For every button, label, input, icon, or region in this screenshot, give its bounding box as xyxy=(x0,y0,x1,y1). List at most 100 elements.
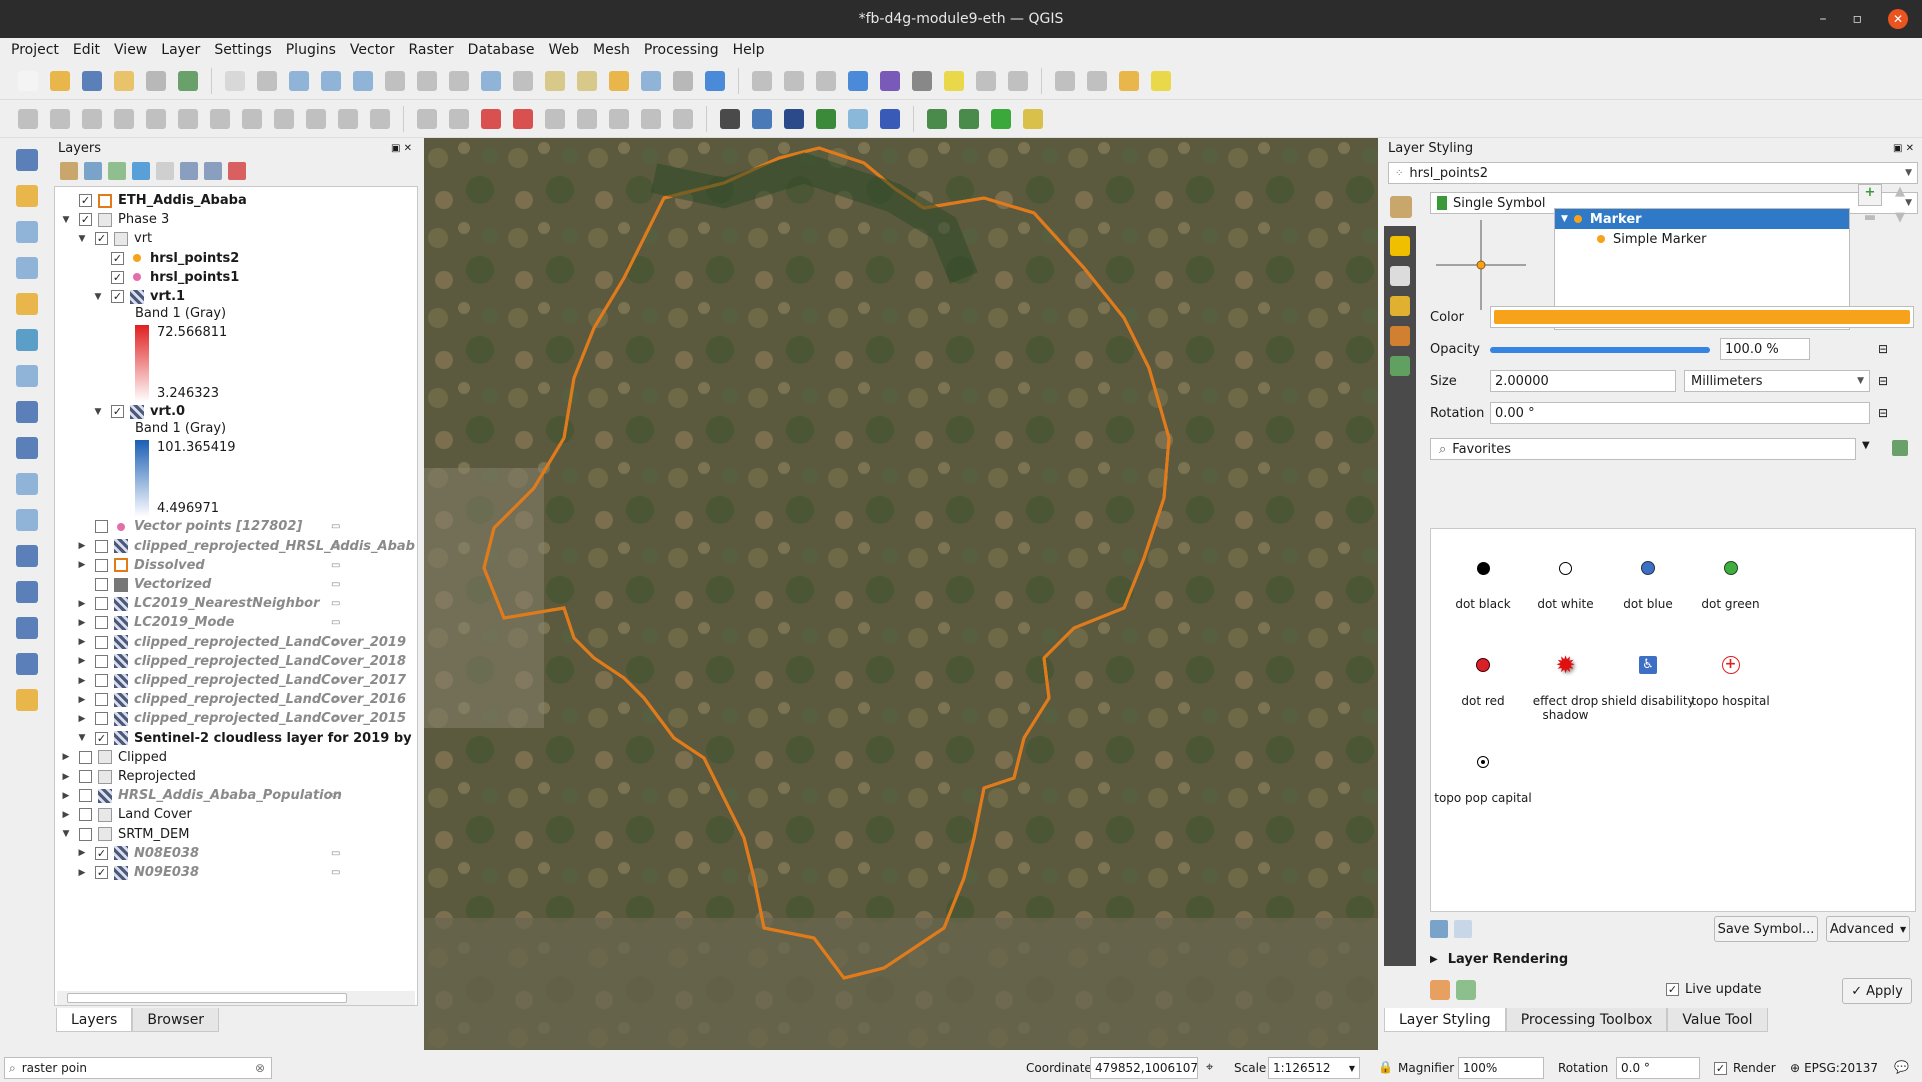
messages-icon[interactable]: 💬 xyxy=(1894,1060,1909,1074)
tab-layer-styling[interactable]: Layer Styling xyxy=(1384,1008,1506,1032)
list-view-icon[interactable] xyxy=(1454,920,1472,938)
collapse-all-icon[interactable] xyxy=(204,162,222,180)
redo-icon[interactable] xyxy=(366,105,394,133)
3d-view-tab-icon[interactable] xyxy=(1390,296,1410,316)
delete-icon[interactable] xyxy=(206,105,234,133)
symbol-search-input[interactable]: ⌕ Favorites xyxy=(1430,438,1856,460)
new-shapefile-icon[interactable] xyxy=(13,218,41,246)
chevron-down-icon[interactable]: ▼ xyxy=(61,829,71,839)
new-print-layout-icon[interactable] xyxy=(110,67,138,95)
move-label-icon[interactable] xyxy=(605,105,633,133)
new-virtual-layer-icon[interactable] xyxy=(13,326,41,354)
style-manager-icon[interactable] xyxy=(1892,440,1908,456)
layer-tree-item[interactable]: ▼ ✓ vrt xyxy=(77,229,153,248)
undo-icon[interactable] xyxy=(1430,980,1450,1000)
measure-icon[interactable] xyxy=(908,67,936,95)
layer-visibility-checkbox[interactable] xyxy=(95,578,108,591)
chevron-right-icon[interactable]: ▶ xyxy=(77,676,87,686)
layer-tree-item[interactable]: ✓ ETH_Addis_Ababa xyxy=(61,191,247,210)
layer-visibility-checkbox[interactable] xyxy=(95,558,108,572)
select-icon[interactable] xyxy=(972,67,1000,95)
add-wms-icon[interactable] xyxy=(13,578,41,606)
statistics-icon[interactable] xyxy=(876,67,904,95)
apply-button[interactable]: ✓ Apply xyxy=(1842,978,1912,1004)
rotation-field-status[interactable]: 0.0 ° xyxy=(1616,1057,1700,1079)
layer-tree-item[interactable]: ▼ ✓ Phase 3 xyxy=(61,210,170,229)
menu-help[interactable]: Help xyxy=(726,42,772,58)
data-defined-override-icon[interactable]: ⊟ xyxy=(1878,406,1888,420)
chevron-right-icon[interactable]: ▶ xyxy=(61,752,71,762)
embedded-indicator-icon[interactable]: ▭ xyxy=(331,579,340,590)
layer-visibility-checkbox[interactable] xyxy=(95,520,108,534)
chevron-right-icon[interactable]: ▶ xyxy=(77,848,87,858)
new-geopackage-icon[interactable] xyxy=(13,182,41,210)
chevron-down-icon[interactable]: ▼ xyxy=(77,733,87,743)
add-wcs-icon[interactable] xyxy=(13,650,41,678)
layer-tree-item[interactable]: ▶ Clipped xyxy=(61,748,168,767)
menu-vector[interactable]: Vector xyxy=(343,42,402,58)
refresh-icon[interactable] xyxy=(701,67,729,95)
tab-processing-toolbox[interactable]: Processing Toolbox xyxy=(1505,1008,1668,1032)
field-calculator-icon[interactable] xyxy=(812,67,840,95)
close-icon[interactable]: ✕ xyxy=(1888,9,1908,29)
attribute-table-icon[interactable] xyxy=(780,67,808,95)
visibility-eye-icon[interactable] xyxy=(108,162,126,180)
layer-visibility-checkbox[interactable] xyxy=(79,770,92,783)
symbol-gallery[interactable]: dot black dot white dot blue dot green dot r… xyxy=(1430,528,1916,912)
chevron-down-icon[interactable]: ▼ xyxy=(93,292,103,302)
style-manager-icon[interactable] xyxy=(60,162,78,180)
opacity-slider[interactable] xyxy=(1490,347,1710,353)
diagrams-tab-icon[interactable] xyxy=(1390,326,1410,346)
maximize-icon[interactable]: ▫ xyxy=(1853,11,1863,27)
chevron-down-icon[interactable]: ▼ xyxy=(61,215,71,225)
zoom-in-icon[interactable] xyxy=(285,67,313,95)
symbol-tree-simple-marker[interactable]: Simple Marker xyxy=(1555,229,1849,249)
select-features-icon[interactable] xyxy=(1051,67,1079,95)
layer-tree-item[interactable]: ▼ ✓ Sentinel-2 cloudless layer for 2019 by xyxy=(77,729,412,748)
data-defined-override-icon[interactable]: ⊟ xyxy=(1878,342,1888,356)
chevron-right-icon[interactable]: ▶ xyxy=(77,560,87,570)
layer-tree-item[interactable]: ▶ HRSL_Addis_Ababa_Population ▭ xyxy=(61,786,342,805)
layer-visibility-checkbox[interactable]: ✓ xyxy=(111,290,124,303)
layer-visibility-checkbox[interactable] xyxy=(79,750,92,764)
add-feature-icon[interactable] xyxy=(110,105,138,133)
georeferencer-icon[interactable] xyxy=(844,105,872,133)
add-wfs-icon[interactable] xyxy=(13,614,41,642)
help-icon[interactable] xyxy=(876,105,904,133)
lock-scale-icon[interactable]: 🔒 xyxy=(1378,1060,1393,1074)
icon-view-icon[interactable] xyxy=(1430,920,1448,938)
layer-visibility-checkbox[interactable] xyxy=(79,789,92,803)
label-abc-icon[interactable] xyxy=(509,105,537,133)
menu-web[interactable]: Web xyxy=(541,42,586,58)
identify-icon[interactable] xyxy=(748,67,776,95)
embedded-indicator-icon[interactable]: ▭ xyxy=(331,694,340,705)
layer-tree-item[interactable]: ✓ hrsl_points2 xyxy=(93,249,239,268)
layer-tree-item[interactable]: Vectorized ▭ xyxy=(77,575,340,594)
text-annotation-icon[interactable] xyxy=(1004,67,1032,95)
map-tips-icon[interactable] xyxy=(940,67,968,95)
zoom-native-icon[interactable] xyxy=(445,67,473,95)
add-virtual-icon[interactable] xyxy=(13,686,41,714)
chevron-right-icon[interactable]: ▶ xyxy=(61,791,71,801)
layout-manager-icon[interactable] xyxy=(142,67,170,95)
save-project-icon[interactable] xyxy=(78,67,106,95)
layer-tree-item[interactable]: ▶ ✓ N08E038 ▭ xyxy=(77,844,341,863)
menu-database[interactable]: Database xyxy=(461,42,542,58)
filter-selection-icon[interactable] xyxy=(1115,67,1143,95)
layer-tree-item[interactable]: ▶ clipped_reprojected_LandCover_2018 ▭ xyxy=(77,652,407,671)
qgis-plugin-icon[interactable] xyxy=(987,105,1015,133)
size-unit-selector[interactable]: Millimeters ▼ xyxy=(1684,370,1870,392)
layer-visibility-checkbox[interactable] xyxy=(79,808,92,822)
move-up-button[interactable]: ▲ xyxy=(1888,184,1912,206)
history-tab-icon[interactable] xyxy=(1390,356,1410,376)
zoom-layer-icon[interactable] xyxy=(413,67,441,95)
plugin-reload-icon[interactable] xyxy=(955,105,983,133)
rotation-field[interactable]: 0.00 ° xyxy=(1490,402,1870,424)
embedded-indicator-icon[interactable]: ▭ xyxy=(331,598,340,609)
layer-visibility-checkbox[interactable]: ✓ xyxy=(95,232,108,246)
metasearch-icon[interactable] xyxy=(812,105,840,133)
symbol-tree-marker[interactable]: ▼ Marker xyxy=(1555,209,1849,229)
style-manager-icon[interactable] xyxy=(174,67,202,95)
scale-selector[interactable]: 1:126512 ▼ xyxy=(1268,1057,1360,1079)
layer-visibility-checkbox[interactable] xyxy=(95,693,108,707)
